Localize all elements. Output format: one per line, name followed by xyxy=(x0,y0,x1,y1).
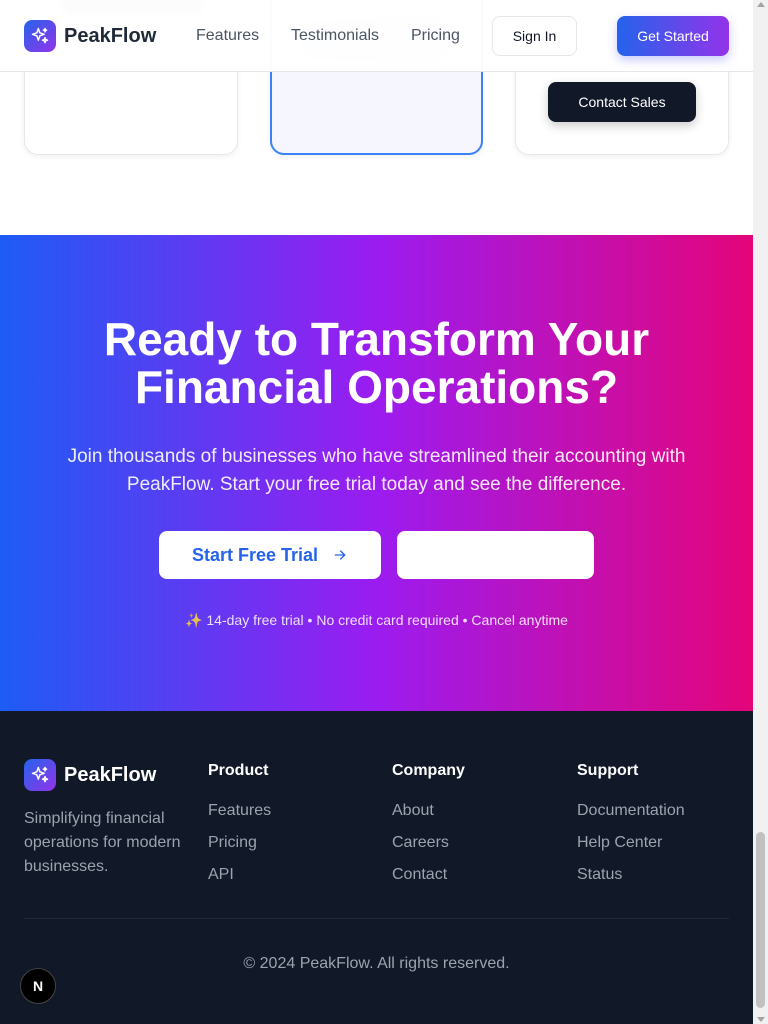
cta-note: ✨ 14-day free trial • No credit card req… xyxy=(185,612,568,628)
secondary-cta-button[interactable] xyxy=(397,531,594,579)
sign-in-button[interactable]: Sign In xyxy=(492,16,577,56)
footer-link-about[interactable]: About xyxy=(392,802,465,834)
footer-divider xyxy=(24,918,729,919)
brand-name: PeakFlow xyxy=(64,24,157,47)
footer-column-title: Support xyxy=(577,762,639,779)
dev-tools-badge[interactable]: N xyxy=(20,968,56,1004)
footer-link-api[interactable]: API xyxy=(208,866,271,898)
footer-copyright: © 2024 PeakFlow. All rights reserved. xyxy=(243,955,510,972)
cta-subtitle: Join thousands of businesses who have st… xyxy=(67,446,686,495)
footer-column-company: Company About Careers Contact xyxy=(392,762,465,898)
nav-pricing[interactable]: Pricing xyxy=(411,27,460,45)
scroll-down-arrow-icon[interactable] xyxy=(757,1017,765,1022)
scroll-up-arrow-icon[interactable] xyxy=(757,2,765,7)
footer-link-help-center[interactable]: Help Center xyxy=(577,834,685,866)
footer-column-title: Company xyxy=(392,762,465,779)
scrollbar-thumb[interactable] xyxy=(756,832,765,1008)
start-free-trial-button[interactable]: Start Free Trial xyxy=(159,531,381,579)
brand-logo[interactable]: PeakFlow xyxy=(24,20,156,52)
footer-link-features[interactable]: Features xyxy=(208,802,271,834)
cta-title: Ready to Transform Your Financial Operat… xyxy=(103,313,650,413)
footer-tagline: Simplifying financial operations for mod… xyxy=(24,810,181,875)
footer-link-contact[interactable]: Contact xyxy=(392,866,465,898)
start-free-trial-label: Start Free Trial xyxy=(191,544,319,565)
footer-link-documentation[interactable]: Documentation xyxy=(577,802,685,834)
arrow-right-icon xyxy=(332,547,348,563)
footer-column-title: Product xyxy=(208,762,269,779)
nav-features[interactable]: Features xyxy=(196,27,259,45)
cta-section: Ready to Transform Your Financial Operat… xyxy=(0,235,753,711)
page-scrollbar[interactable] xyxy=(753,0,768,1024)
contact-sales-button[interactable]: Contact Sales xyxy=(548,82,696,122)
footer-link-status[interactable]: Status xyxy=(577,866,685,898)
get-started-button[interactable]: Get Started xyxy=(617,16,729,56)
sparkles-icon xyxy=(24,759,56,791)
site-footer: PeakFlow Simplifying financial operation… xyxy=(0,711,753,1024)
footer-column-product: Product Features Pricing API xyxy=(208,762,271,898)
footer-column-support: Support Documentation Help Center Status xyxy=(577,762,685,898)
footer-link-pricing[interactable]: Pricing xyxy=(208,834,271,866)
nav-testimonials[interactable]: Testimonials xyxy=(291,27,379,45)
sparkles-icon xyxy=(24,20,56,52)
footer-brand-logo[interactable]: PeakFlow xyxy=(24,759,156,791)
footer-link-careers[interactable]: Careers xyxy=(392,834,465,866)
site-header: PeakFlow Features Testimonials Pricing S… xyxy=(0,0,753,72)
footer-brand-name: PeakFlow xyxy=(64,763,157,786)
